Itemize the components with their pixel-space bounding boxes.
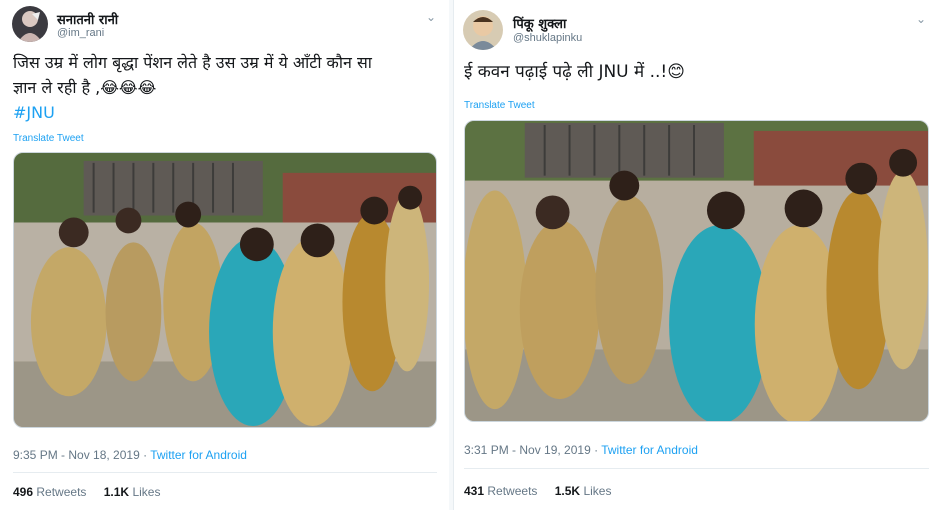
retweets-stat[interactable]: 431 Retweets — [464, 484, 537, 498]
user-handle[interactable]: @im_rani — [57, 27, 104, 39]
tweet-text: ई कवन पढ़ाई पढ़े ली JNU में ..!😊 — [464, 60, 924, 85]
retweets-count: 431 — [464, 484, 485, 498]
avatar[interactable] — [12, 6, 48, 42]
avatar[interactable] — [463, 10, 503, 50]
tweet-text-line: ई कवन पढ़ाई पढ़े ली JNU में ..!😊 — [464, 62, 685, 82]
likes-label: Likes — [132, 485, 161, 499]
source-link[interactable]: Twitter for Android — [150, 448, 247, 462]
tweet-photo[interactable] — [464, 120, 929, 422]
retweets-label: Retweets — [36, 485, 87, 499]
meta-separator: · — [590, 443, 602, 457]
tweet-stats: 431 Retweets 1.5K Likes — [464, 484, 625, 498]
retweets-label: Retweets — [487, 484, 538, 498]
timestamp[interactable]: 3:31 PM - Nov 19, 2019 — [464, 443, 591, 457]
translate-tweet-link[interactable]: Translate Tweet — [464, 100, 535, 111]
tweet-text: जिस उम्र में लोग बृद्धा पेंशन लेते है उस… — [13, 50, 443, 125]
user-handle[interactable]: @shuklapinku — [513, 32, 582, 44]
chevron-down-icon[interactable]: ⌄ — [426, 10, 436, 24]
tweet-text-line: जिस उम्र में लोग बृद्धा पेंशन लेते है उस… — [13, 53, 372, 72]
tweet-photo[interactable] — [13, 152, 437, 428]
likes-count: 1.1K — [103, 485, 130, 499]
display-name[interactable]: पिंकू शुक्ला — [513, 14, 566, 32]
tweet-text-line: ज्ञान ले रही है ,😂😂😂 — [13, 78, 157, 97]
meta-separator: · — [139, 448, 151, 462]
translate-tweet-link[interactable]: Translate Tweet — [13, 133, 84, 144]
source-link[interactable]: Twitter for Android — [601, 443, 698, 457]
likes-stat[interactable]: 1.1K Likes — [104, 485, 161, 499]
divider — [13, 472, 437, 473]
likes-count: 1.5K — [554, 484, 581, 498]
display-name[interactable]: सनातनी रानी — [57, 10, 118, 28]
hashtag-link[interactable]: #JNU — [13, 100, 443, 125]
tweet-meta: 3:31 PM - Nov 19, 2019 · Twitter for And… — [464, 443, 698, 457]
retweets-count: 496 — [13, 485, 34, 499]
tweet-stats: 496 Retweets 1.1K Likes — [13, 485, 174, 499]
likes-stat[interactable]: 1.5K Likes — [555, 484, 612, 498]
tweet-meta: 9:35 PM - Nov 18, 2019 · Twitter for And… — [13, 448, 247, 462]
divider — [464, 468, 929, 469]
retweets-stat[interactable]: 496 Retweets — [13, 485, 86, 499]
tweet-card-1: सनातनी रानी @im_rani ⌄ जिस उम्र में लोग … — [0, 0, 449, 510]
timestamp[interactable]: 9:35 PM - Nov 18, 2019 — [13, 448, 140, 462]
likes-label: Likes — [583, 484, 612, 498]
tweet-card-2: पिंकू शुक्ला @shuklapinku ⌄ ई कवन पढ़ाई … — [453, 0, 938, 510]
chevron-down-icon[interactable]: ⌄ — [916, 12, 926, 26]
